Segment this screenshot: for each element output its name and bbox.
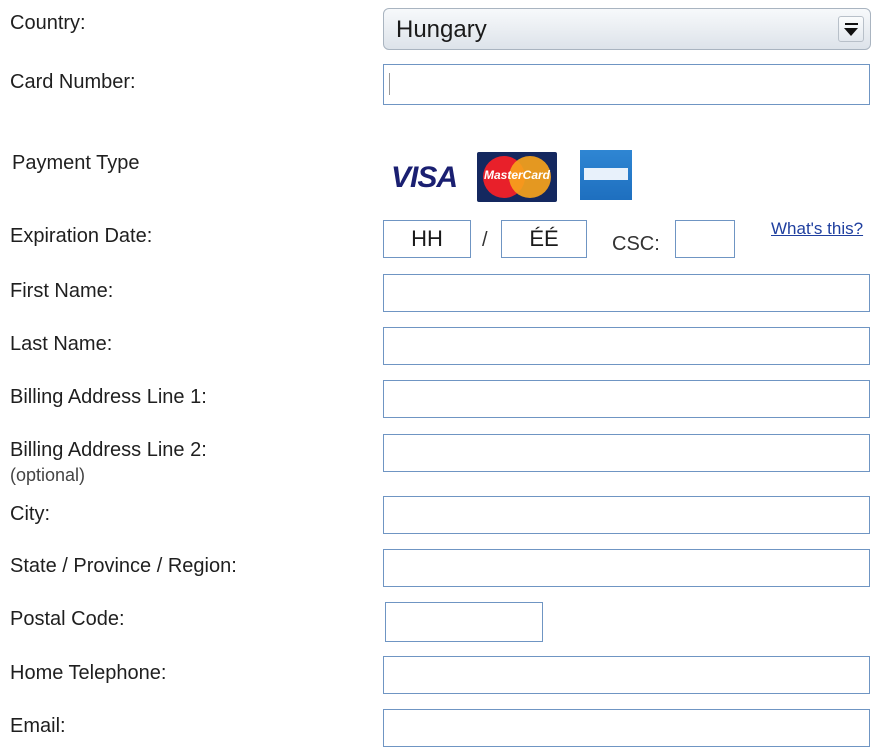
card-number-input[interactable] (383, 64, 870, 105)
card-number-label: Card Number: (10, 71, 136, 93)
postal-code-label: Postal Code: (10, 608, 125, 630)
home-telephone-label: Home Telephone: (10, 662, 167, 684)
billing-address-2-input[interactable] (383, 434, 870, 472)
first-name-label: First Name: (10, 280, 114, 302)
city-input[interactable] (383, 496, 870, 534)
billing-address-1-label: Billing Address Line 1: (10, 386, 207, 408)
country-select-value: Hungary (396, 16, 487, 43)
expiration-month-input[interactable]: HH (383, 220, 471, 258)
mastercard-logo: MasterCard (477, 152, 557, 202)
text-caret (389, 73, 390, 95)
date-separator: / (482, 229, 488, 251)
state-province-region-input[interactable] (383, 549, 870, 587)
whats-this-link[interactable]: What's this? (771, 219, 863, 239)
state-province-region-label: State / Province / Region: (10, 555, 237, 577)
csc-input[interactable] (675, 220, 735, 258)
home-telephone-input[interactable] (383, 656, 870, 694)
email-label: Email: (10, 715, 66, 737)
billing-address-2-optional: (optional) (10, 465, 86, 485)
country-select[interactable]: Hungary (383, 8, 871, 50)
csc-label: CSC: (612, 233, 660, 255)
last-name-label: Last Name: (10, 333, 113, 355)
expiration-year-input[interactable]: ÉÉ (501, 220, 587, 258)
billing-address-2-label: Billing Address Line 2: (10, 439, 207, 461)
chevron-down-icon[interactable] (838, 16, 864, 42)
email-input[interactable] (383, 709, 870, 747)
expiration-date-label: Expiration Date: (10, 225, 153, 247)
billing-address-1-input[interactable] (383, 380, 870, 418)
first-name-input[interactable] (383, 274, 870, 312)
payment-type-label: Payment Type (12, 152, 140, 174)
city-label: City: (10, 503, 50, 525)
postal-code-input[interactable] (385, 602, 543, 642)
visa-logo: VISA (391, 161, 458, 194)
country-label: Country: (10, 12, 86, 34)
last-name-input[interactable] (383, 327, 870, 365)
american-express-logo (580, 150, 632, 200)
